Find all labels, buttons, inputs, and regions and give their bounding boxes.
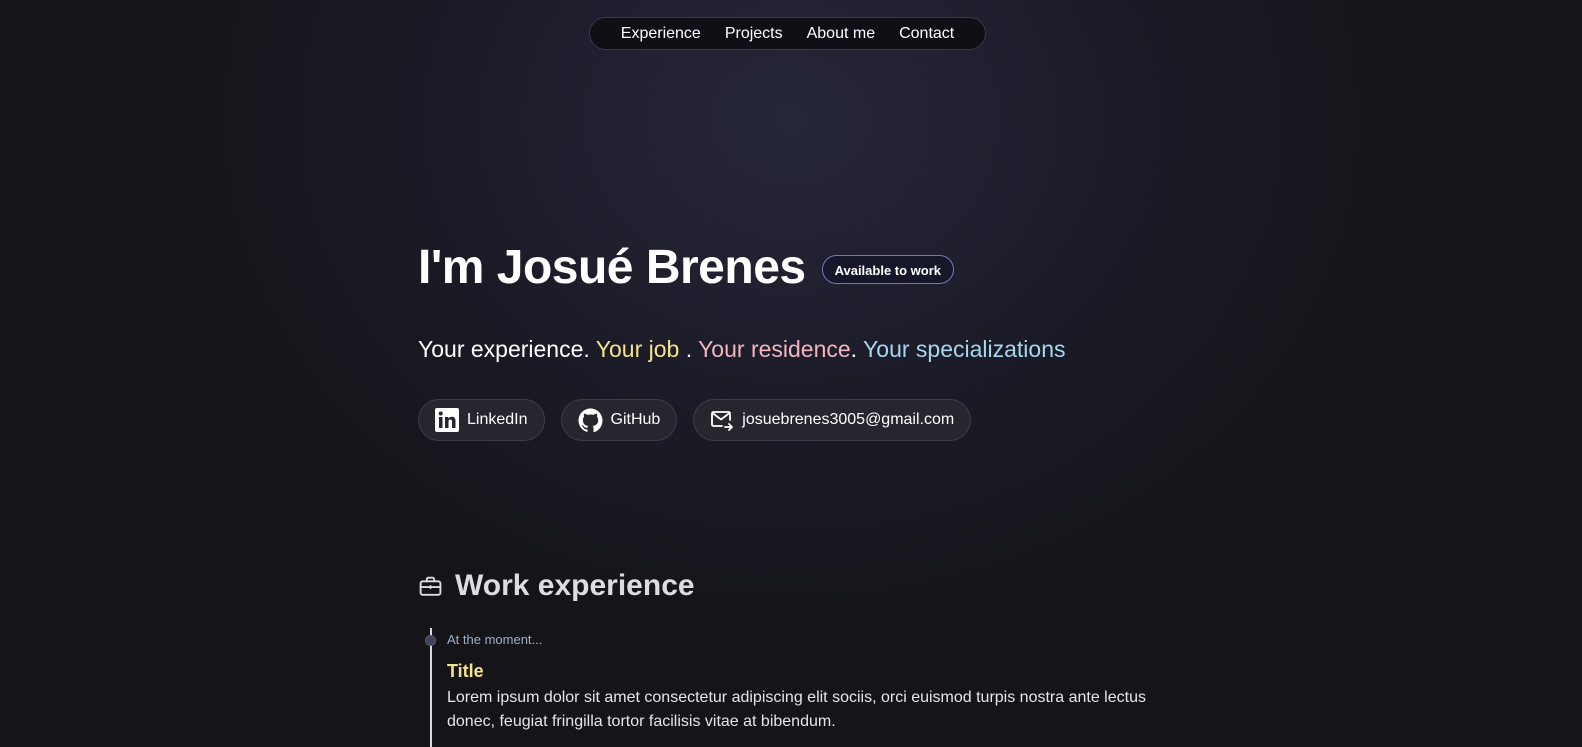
nav-about-me[interactable]: About me (795, 17, 887, 50)
nav-experience[interactable]: Experience (609, 17, 713, 50)
top-nav: Experience Projects About me Contact (589, 17, 986, 50)
linkedin-label: LinkedIn (467, 411, 528, 428)
linkedin-button[interactable]: LinkedIn (418, 399, 545, 441)
section-title: Work experience (455, 569, 695, 602)
experience-description: Lorem ipsum dolor sit amet consectetur a… (447, 689, 1146, 730)
tagline-separator: . (679, 336, 699, 362)
tagline-separator-2: . (850, 336, 864, 362)
tagline-experience: Your experience. (418, 336, 596, 362)
timeline-dot (425, 635, 436, 646)
availability-badge: Available to work (821, 254, 955, 284)
experience-item: At the moment... Title Lorem ipsum dolor… (447, 632, 1167, 734)
briefcase-icon (419, 576, 442, 596)
title-row: I'm Josué Brenes Available to work (418, 240, 1178, 296)
work-experience-heading: Work experience (418, 566, 695, 606)
github-icon (578, 408, 602, 432)
experience-date: At the moment... (447, 632, 543, 647)
email-label: josuebrenes3005@gmail.com (742, 411, 955, 428)
social-links: LinkedIn GitHub josuebrenes3005@gmail.co… (418, 399, 972, 441)
github-label: GitHub (610, 411, 661, 428)
nav-contact[interactable]: Contact (887, 17, 966, 50)
tagline-specializations: Your specializations (863, 336, 1066, 362)
mail-icon (711, 411, 734, 431)
email-button[interactable]: josuebrenes3005@gmail.com (693, 399, 972, 441)
hero: I'm Josué Brenes Available to work (418, 240, 1178, 296)
experience-title: Title (447, 661, 484, 681)
tagline-residence: Your residence (698, 336, 851, 362)
nav-projects[interactable]: Projects (713, 17, 795, 50)
github-button[interactable]: GitHub (560, 399, 678, 441)
linkedin-icon (435, 408, 459, 432)
tagline-job: Your job (595, 336, 680, 362)
tagline: Your experience. Your job . Your residen… (418, 333, 1066, 365)
page-title: I'm Josué Brenes (418, 241, 806, 294)
